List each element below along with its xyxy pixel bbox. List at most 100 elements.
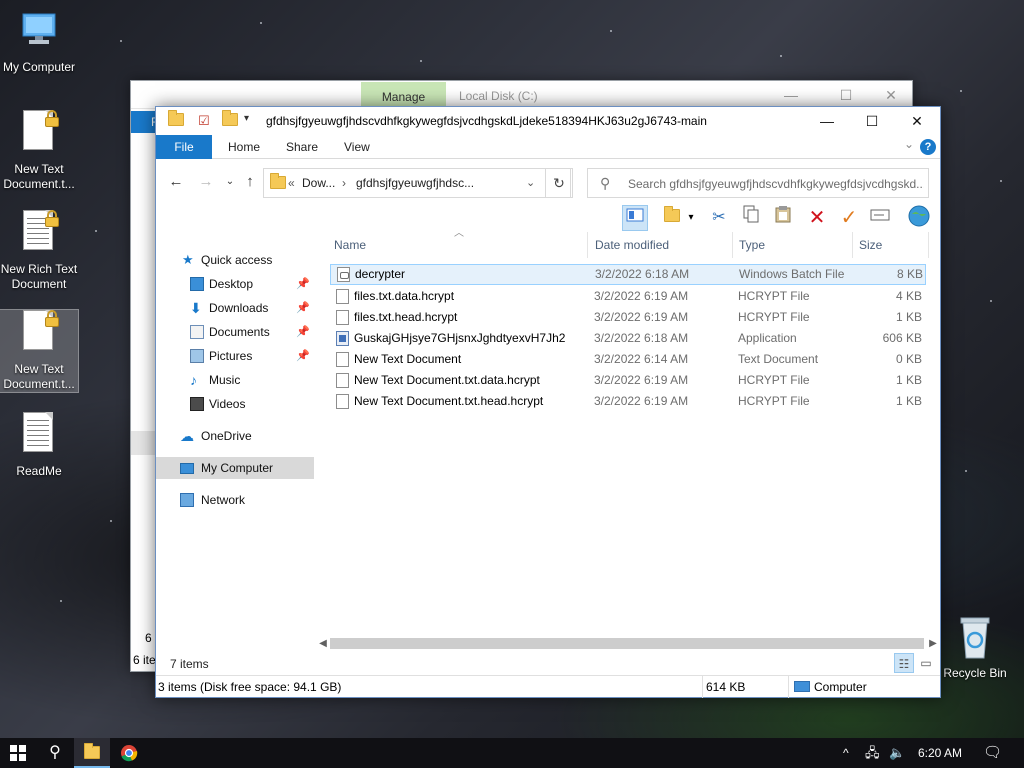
sidebar-item-downloads[interactable]: ⬇ Downloads 📌 [156,297,314,319]
column-header-size[interactable]: Size [853,232,929,258]
scrollbar-thumb[interactable] [330,638,924,649]
pin-icon[interactable]: 📌 [296,273,310,295]
sidebar-item-pictures[interactable]: Pictures 📌 [156,345,314,367]
show-hidden-icons-chevron[interactable]: ^ [843,738,849,768]
forward-arrow-icon[interactable]: → [196,172,216,192]
pin-icon[interactable]: 📌 [296,345,310,367]
computer-icon [19,8,59,56]
desktop-icon-new-rich-text-document[interactable]: New Rich Text Document [0,210,78,292]
close-button[interactable]: ✕ [894,107,940,135]
file-row[interactable]: files.txt.head.hcrypt 3/2/2022 6:19 AM H… [330,307,926,328]
tab-home[interactable]: Home [214,135,274,159]
checkmark-icon[interactable]: ✓ [836,205,862,231]
desktop-icon-my-computer[interactable]: My Computer [0,8,78,75]
recent-locations-icon[interactable]: ⌄ [220,172,240,192]
sidebar-item-quick-access[interactable]: ★ Quick access [156,249,314,271]
sidebar-item-videos[interactable]: Videos [156,393,314,415]
cut-icon[interactable]: ✂ [706,205,732,231]
breadcrumb-downloads[interactable]: Dow... [302,176,335,190]
navigation-pane: ★ Quick access Desktop 📌 ⬇ Downloads 📌 D… [156,237,316,647]
breadcrumb-separator[interactable]: › [342,176,346,190]
manage-tab[interactable]: Manage [361,82,446,108]
sidebar-item-music[interactable]: ♪ Music [156,369,314,391]
sidebar-item-network[interactable]: Network [156,489,314,511]
rename-icon[interactable] [867,205,893,231]
search-box[interactable]: ⚲ Search gfdhsjfgyeuwgfjhdscvdhfkgkywegf… [587,168,929,198]
maximize-button[interactable]: ☐ [849,107,895,135]
properties-dropdown-icon[interactable]: ▾ [684,205,698,231]
preview-pane-icon[interactable] [622,205,648,231]
globe-icon[interactable] [906,205,932,231]
paste-icon[interactable] [770,205,796,231]
file-row[interactable]: New Text Document.txt.data.hcrypt 3/2/20… [330,370,926,391]
status-location-label: Computer [814,680,867,694]
horizontal-scrollbar[interactable]: ◀ ▶ [316,635,940,652]
background-sidebar-selection [131,431,157,455]
cloud-icon: ☁ [180,428,194,444]
volume-icon[interactable]: 🔈 [889,738,905,768]
file-row[interactable]: New Text Document.txt.head.hcrypt 3/2/20… [330,391,926,412]
pin-icon[interactable]: 📌 [296,321,310,343]
tab-share[interactable]: Share [272,135,332,159]
notifications-icon[interactable]: 🗨 [983,738,1002,768]
column-header-type[interactable]: Type [733,232,853,258]
pin-icon[interactable]: 📌 [296,297,310,319]
documents-icon [190,325,204,339]
delete-icon[interactable]: ✕ [804,205,830,231]
copy-icon[interactable] [738,205,764,231]
ribbon-expand-icon[interactable]: ⌄ [904,137,914,151]
file-size: 1 KB [895,310,922,324]
up-arrow-icon[interactable]: ↑ [240,172,260,192]
sidebar-item-documents[interactable]: Documents 📌 [156,321,314,343]
desktop-icon-new-text-document-1[interactable]: New Text Document.t... [0,110,78,192]
file-size: 0 KB [895,352,922,366]
file-row[interactable]: files.txt.data.hcrypt 3/2/2022 6:19 AM H… [330,286,926,307]
scroll-left-icon[interactable]: ◀ [316,635,330,652]
network-tray-icon[interactable]: 🖧 [865,738,880,768]
file-row[interactable]: New Text Document 3/2/2022 6:14 AM Text … [330,349,926,370]
search-input[interactable]: Search gfdhsjfgyeuwgfjhdscvdhfkgkywegfds… [628,177,924,191]
chrome-taskbar-icon[interactable] [111,738,147,768]
breadcrumb-current-folder[interactable]: gfdhsjfgyeuwgfjhdsc... [356,176,474,190]
column-header-date-modified[interactable]: Date modified [589,232,733,258]
customize-qat-icon[interactable]: ▾ [244,113,249,129]
address-bar[interactable]: « Dow... › gfdhsjfgyeuwgfjhdsc... ⌄ [263,168,571,198]
background-titlebar: Manage Local Disk (C:) — ☐ ✕ [131,81,912,109]
desktop-icon-new-text-document-2[interactable]: New Text Document.t... [0,309,79,393]
breadcrumb-overflow[interactable]: « [288,176,295,190]
sidebar-item-onedrive[interactable]: ☁ OneDrive [156,425,314,447]
start-button[interactable] [0,738,36,768]
tab-view[interactable]: View [330,135,384,159]
scroll-right-icon[interactable]: ▶ [926,635,940,652]
sidebar-item-desktop[interactable]: Desktop 📌 [156,273,314,295]
videos-icon [190,397,204,411]
navigation-bar: ← → ⌄ ↑ « Dow... › gfdhsjfgyeuwgfjhdsc..… [156,159,940,203]
clock[interactable]: 6:20 AM [918,738,962,768]
background-minimize-button[interactable]: — [781,87,801,103]
background-close-button[interactable]: ✕ [881,87,901,104]
details-view-icon[interactable]: ☷ [894,653,914,673]
properties-folder-icon[interactable] [659,205,685,231]
file-row[interactable]: GuskajGHjsye7GHjsnxJghdtyexvH7Jh2 3/2/20… [330,328,926,349]
explorer-window[interactable]: ☑ ▾ gfdhsjfgyeuwgfjhdscvdhfkgkywegfdsjvc… [155,106,941,698]
address-dropdown-icon[interactable]: ⌄ [526,176,535,189]
desktop-icon-recycle-bin[interactable]: Recycle Bin [936,614,1014,681]
sidebar-item-label: Music [209,373,241,387]
large-icons-view-icon[interactable]: ▭ [916,653,936,673]
tab-file[interactable]: File [156,135,212,159]
refresh-icon[interactable]: ↻ [545,168,573,198]
help-icon[interactable]: ? [920,139,936,155]
background-maximize-button[interactable]: ☐ [836,87,856,104]
file-row[interactable]: decrypter 3/2/2022 6:18 AM Windows Batch… [330,264,926,285]
desktop-icon-readme[interactable]: ReadMe [0,412,78,479]
column-header-name[interactable]: Name [328,232,588,258]
file-explorer-taskbar-icon[interactable] [74,738,110,768]
locked-document-icon [19,110,59,158]
sidebar-item-my-computer[interactable]: My Computer [156,457,314,479]
properties-icon[interactable]: ☑ [198,113,210,129]
back-arrow-icon[interactable]: ← [166,172,186,192]
minimize-button[interactable]: — [804,107,850,135]
new-folder-icon[interactable] [222,110,238,129]
search-icon[interactable]: ⚲ [37,738,73,768]
sidebar-item-label: Downloads [209,301,269,315]
